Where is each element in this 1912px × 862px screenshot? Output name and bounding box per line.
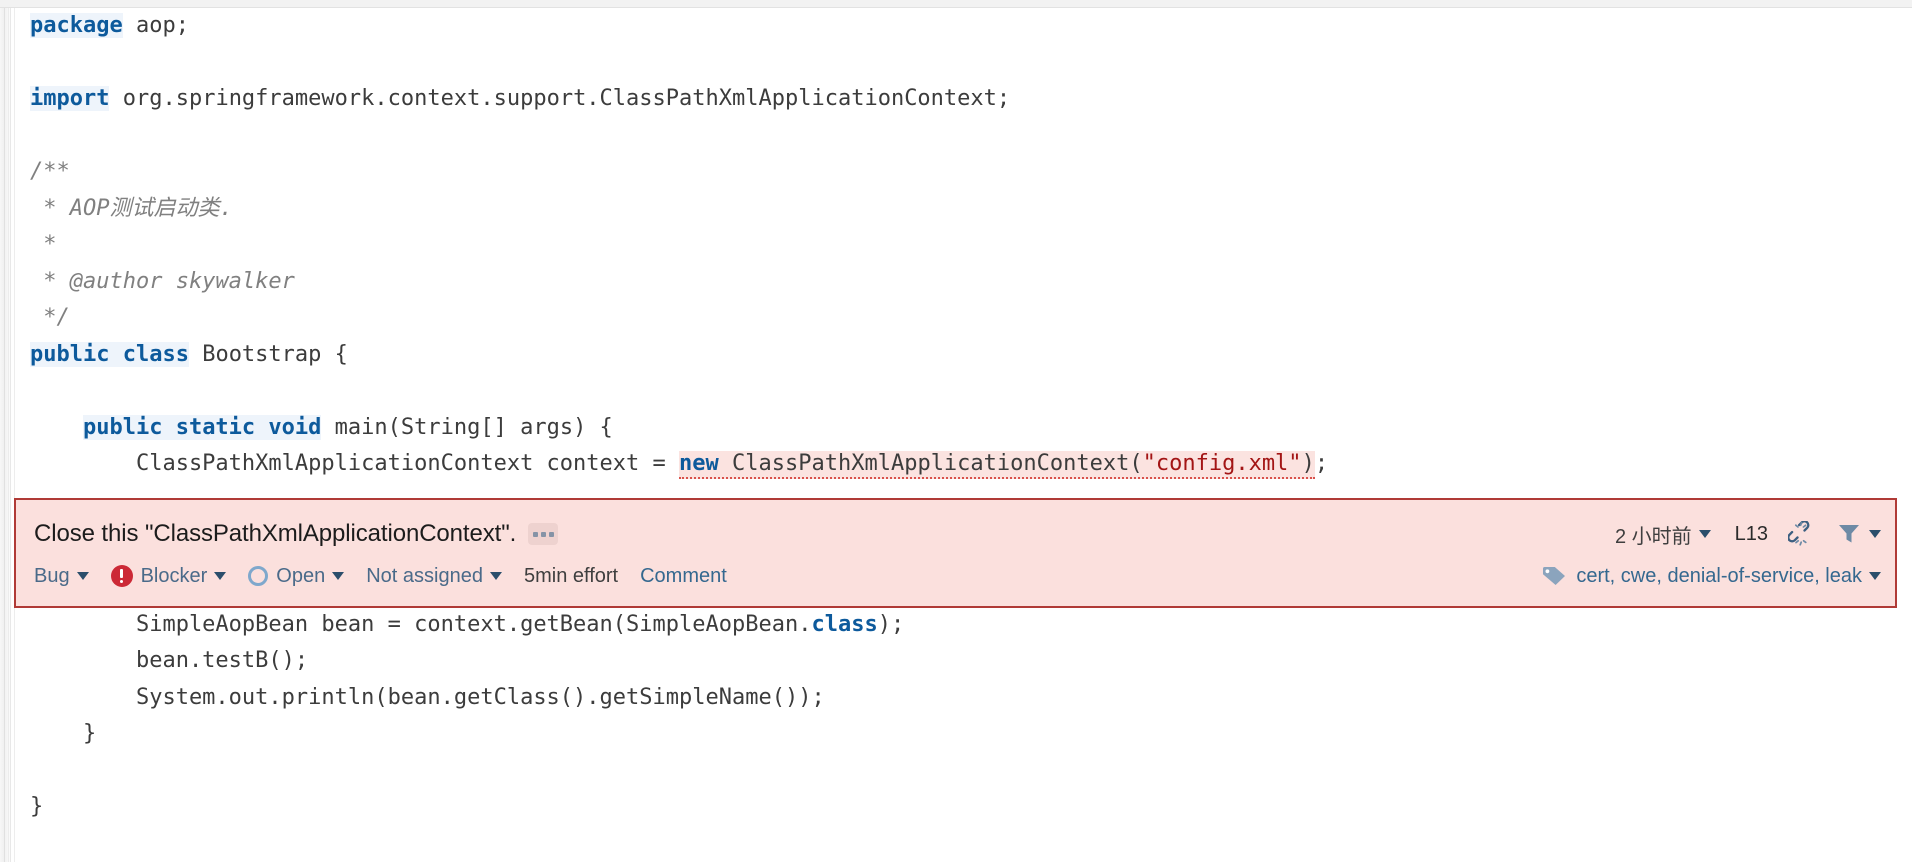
chevron-down-icon [332,572,345,580]
code-string: "config.xml" [1142,451,1302,476]
chevron-down-icon [1698,530,1711,538]
chevron-down-icon [1869,572,1881,580]
gutter-divider-line [14,8,15,862]
ellipsis-dot [532,531,538,537]
chevron-down-icon [76,572,89,580]
issue-assignee-label: Not assigned [366,564,483,587]
issue-status-label: Open [276,564,326,587]
code-lines-above-issue: package aop; import org.springframework.c… [16,8,1912,483]
ellipsis-dot [548,531,554,537]
code-text: } [30,721,97,746]
tag-icon [1541,565,1567,587]
code-line: package aop; [16,8,1912,45]
open-circle-icon [248,566,269,586]
code-text: ClassPathXmlApplicationContext( [718,451,1143,476]
blocker-circle-icon [110,565,133,587]
code-keyword: package [30,13,123,38]
code-keyword: new [679,451,719,476]
issue-banner-meta-row: Bug Blocker Open Not assigned 5min effor… [34,556,1881,596]
code-line: bean.testB(); [16,643,1912,680]
ellipsis-icon[interactable] [528,523,559,545]
code-text: ; [1314,451,1329,476]
code-keyword: public class [30,341,189,367]
code-text: aop; [122,13,189,38]
code-line: SimpleAopBean bean = context.getBean(Sim… [16,607,1912,644]
filter-funnel-icon[interactable] [1836,522,1881,546]
issue-banner-title-row: Close this "ClassPathXmlApplicationConte… [34,512,1881,556]
issue-tags-label: cert, cwe, denial-of-service, leak [1576,564,1862,587]
window-top-strip [0,0,1912,8]
code-line: * AOP测试启动类. [16,191,1912,228]
issue-comment-action[interactable]: Comment [640,565,727,588]
code-comment: */ [30,305,70,330]
code-line: import org.springframework.context.suppo… [16,81,1912,118]
code-text: SimpleAopBean bean = context.getBean(Sim… [30,611,812,637]
code-lines-below-issue: SimpleAopBean bean = context.getBean(Sim… [16,607,1912,826]
code-text: org.springframework.context.support.Clas… [109,86,1011,111]
issue-type-label: Bug [34,564,70,587]
issue-time-label: 2 小时前 [1614,525,1692,548]
sonarlint-issue-banner[interactable]: Close this "ClassPathXmlApplicationConte… [14,498,1897,608]
code-text: System.out.println(bean.getClass().getSi… [30,684,825,710]
chevron-down-icon [489,572,502,580]
code-editor-surface[interactable]: package aop; import org.springframework.c… [16,8,1912,862]
issue-assignee-dropdown[interactable]: Not assigned [366,565,502,588]
code-text: } [30,794,44,819]
editor-left-gutter [0,8,11,862]
code-text: ClassPathXmlApplicationContext context = [30,451,680,476]
code-text: ); [877,611,905,637]
issue-type-dropdown[interactable]: Bug [34,565,89,588]
code-comment: /** [30,159,70,184]
code-comment: * [30,232,57,257]
code-line: */ [16,300,1912,337]
code-keyword: class [811,611,878,637]
code-comment: * @author skywalker [30,268,295,294]
chevron-down-icon [1869,530,1881,538]
code-text: ) [1301,451,1315,476]
issue-tags-dropdown[interactable]: cert, cwe, denial-of-service, leak [1576,565,1881,588]
ellipsis-dot [540,531,546,537]
issue-effort-label: 5min effort [523,564,619,587]
code-line: * @author skywalker [16,264,1912,301]
gutter-divider-line [4,8,5,862]
code-line: System.out.println(bean.getClass().getSi… [16,680,1912,717]
code-line: ClassPathXmlApplicationContext context =… [16,446,1912,483]
code-text: bean.testB(); [30,648,309,673]
issue-status-dropdown[interactable]: Open [248,564,345,588]
issue-time-dropdown[interactable]: 2 小时前 [1615,520,1711,549]
code-line: /** [16,154,1912,191]
code-text: Bootstrap { [188,341,348,367]
code-line: public class Bootstrap { [16,337,1912,374]
code-line: } [16,789,1912,826]
issue-line-reference: L13 [1734,522,1768,545]
code-text: main(String[] args) { [321,414,613,440]
gutter-divider-line [8,8,9,862]
code-keyword: import [30,86,110,111]
issue-title: Close this "ClassPathXmlApplicationConte… [34,520,517,547]
chevron-down-icon [214,572,227,580]
code-line: * [16,227,1912,264]
code-comment: * AOP测试启动类. [30,195,233,221]
code-line: } [16,716,1912,753]
flagged-code-range[interactable]: new ClassPathXmlApplicationContext("conf… [679,451,1315,479]
issue-severity-label: Blocker [140,564,208,587]
issue-severity-dropdown[interactable]: Blocker [110,564,227,588]
code-keyword: public static void [82,414,322,440]
unlink-icon[interactable] [1788,521,1814,547]
code-line: public static void main(String[] args) { [16,410,1912,447]
